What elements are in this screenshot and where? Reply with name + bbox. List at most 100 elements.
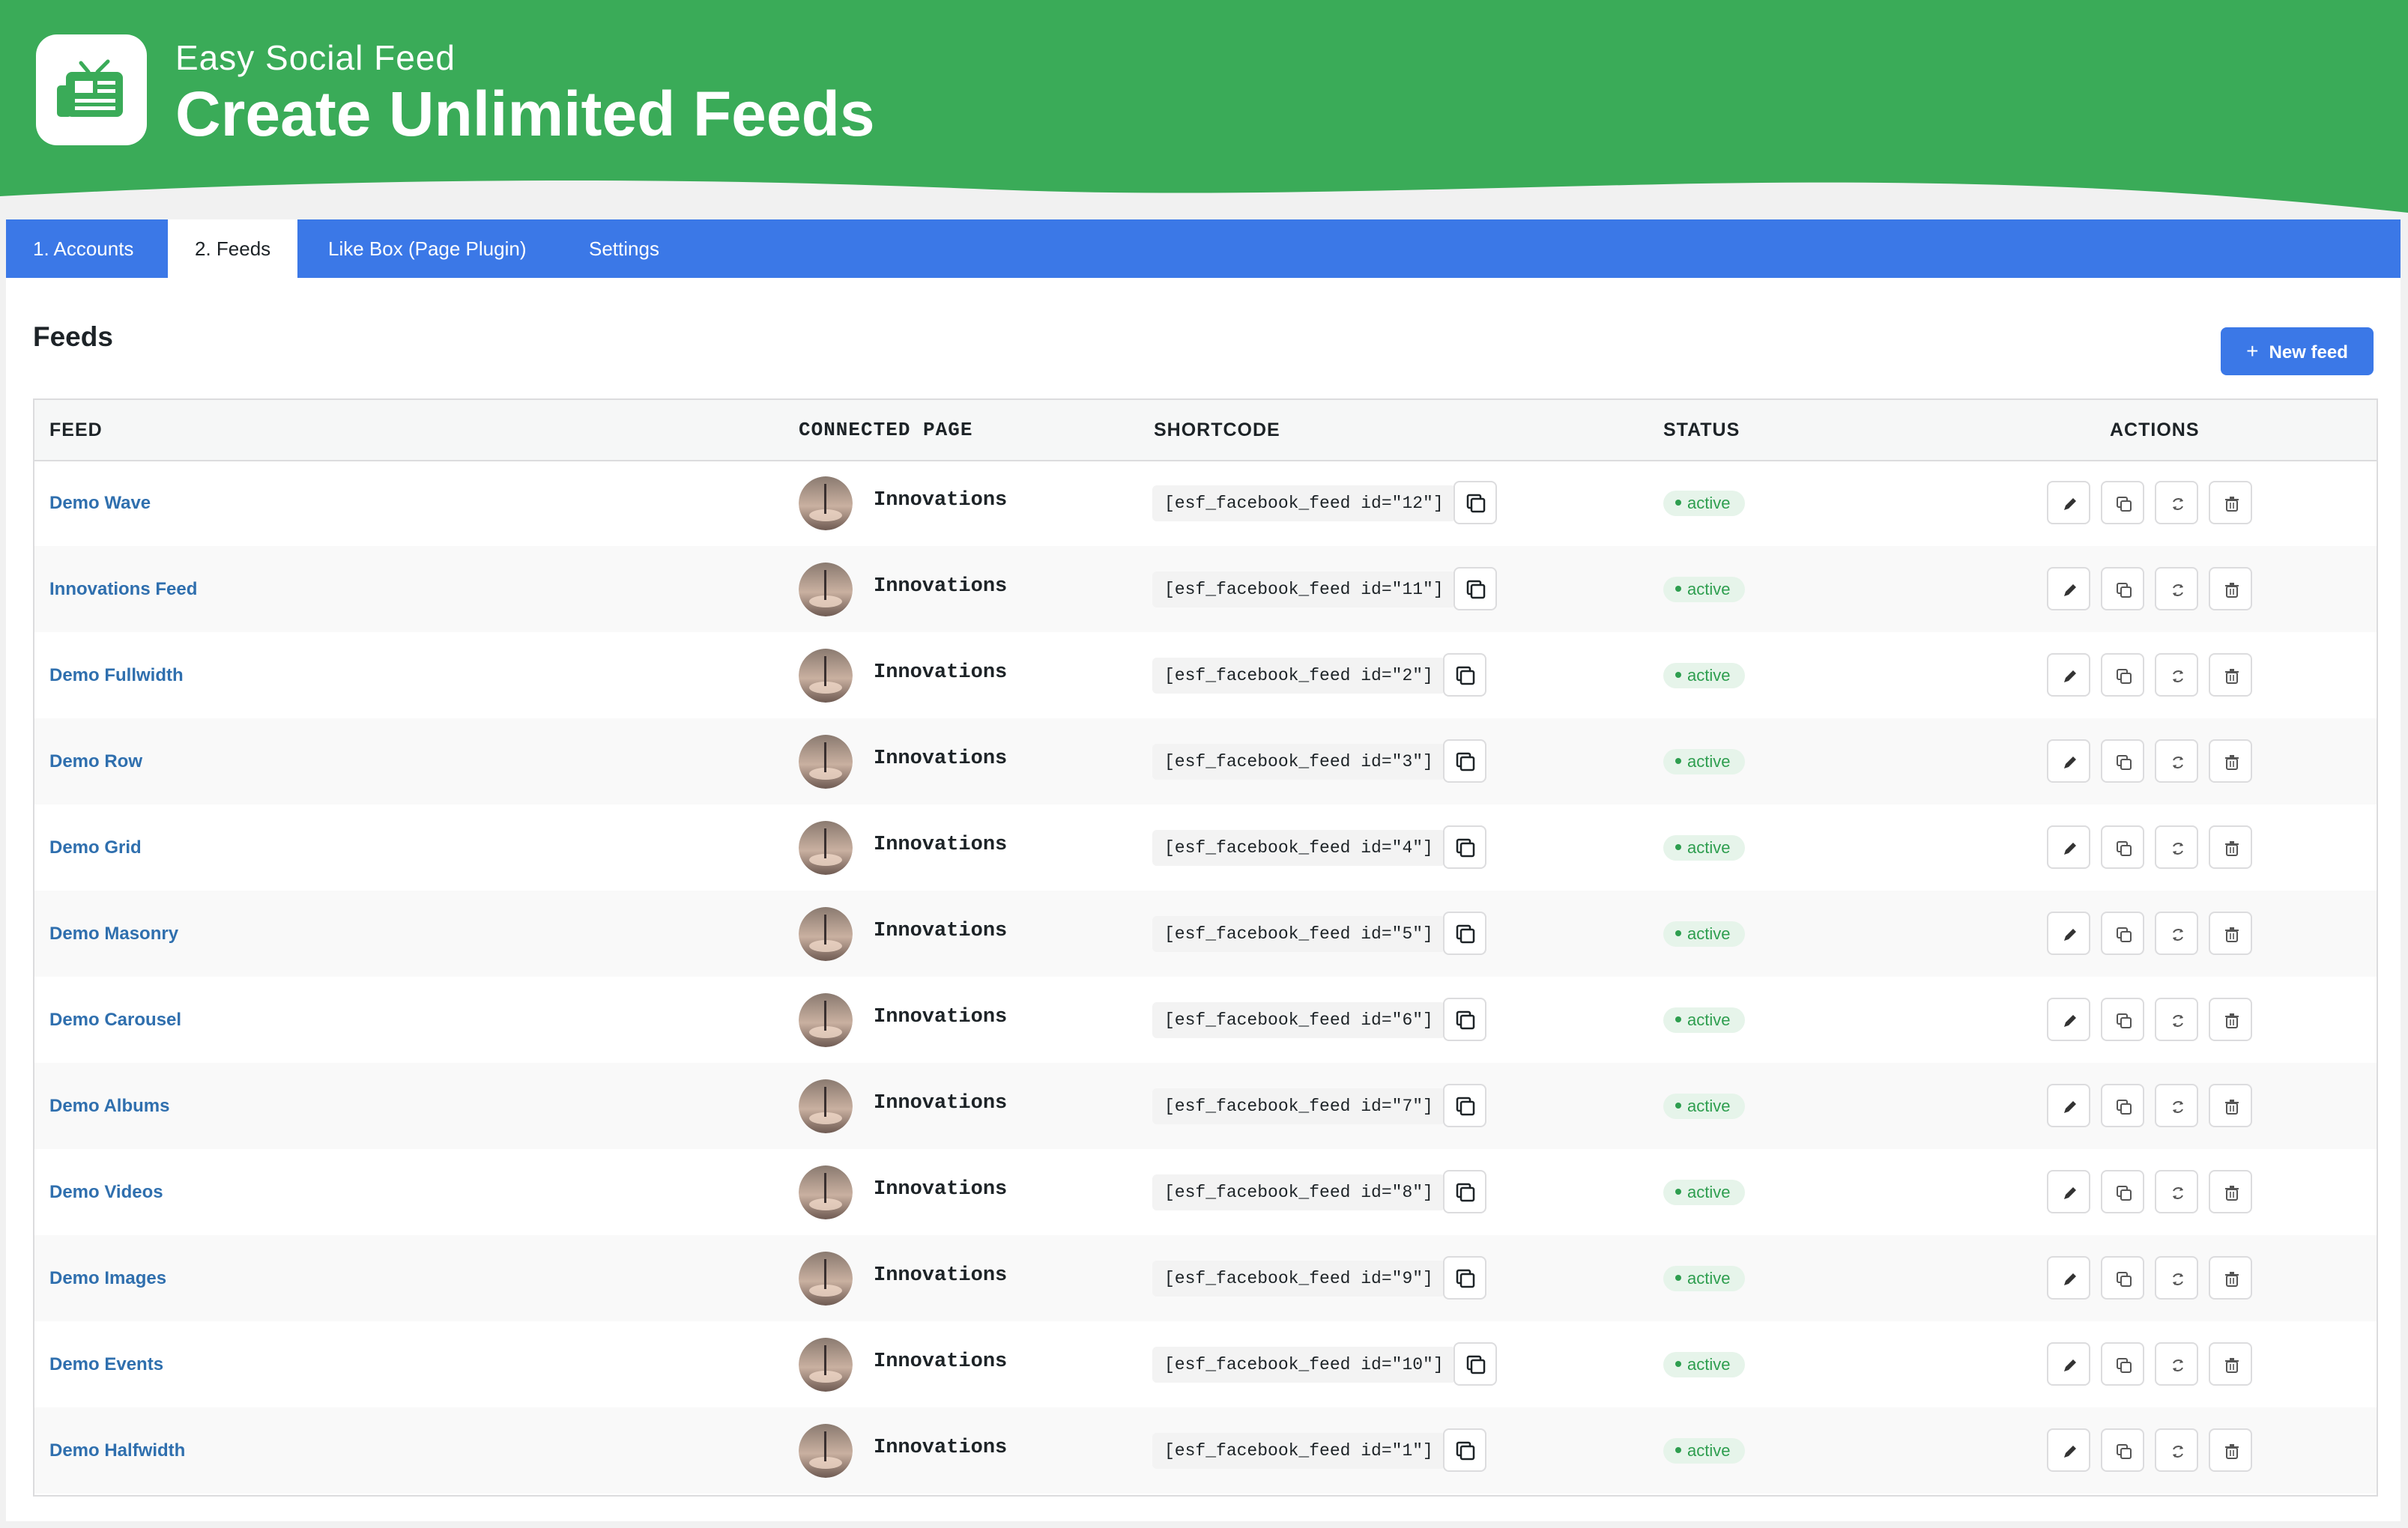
copy-shortcode-button[interactable] <box>1443 1170 1486 1213</box>
tab-settings[interactable]: Settings <box>562 219 686 278</box>
delete-button[interactable] <box>2209 912 2252 955</box>
copy-shortcode-button[interactable] <box>1443 912 1486 955</box>
duplicate-button[interactable] <box>2101 1170 2144 1213</box>
delete-button[interactable] <box>2209 1342 2252 1386</box>
edit-button[interactable] <box>2047 567 2090 610</box>
duplicate-button[interactable] <box>2101 1256 2144 1300</box>
refresh-button[interactable] <box>2155 912 2198 955</box>
header-banner: Easy Social Feed Create Unlimited Feeds <box>0 0 2408 217</box>
table-row: Demo Carousel Innovations [esf_facebook_fe… <box>34 977 2377 1063</box>
feed-name-link[interactable]: Demo Images <box>49 1235 166 1321</box>
refresh-button[interactable] <box>2155 567 2198 610</box>
copy-shortcode-button[interactable] <box>1453 481 1497 524</box>
feed-name-link[interactable]: Demo Grid <box>49 804 142 891</box>
duplicate-button[interactable] <box>2101 1428 2144 1472</box>
feed-name-link[interactable]: Demo Videos <box>49 1149 163 1235</box>
delete-button[interactable] <box>2209 481 2252 524</box>
edit-icon <box>2064 498 2076 510</box>
delete-button[interactable] <box>2209 998 2252 1041</box>
copy-icon <box>1466 494 1486 513</box>
refresh-button[interactable] <box>2155 1342 2198 1386</box>
copy-shortcode-button[interactable] <box>1443 1256 1486 1300</box>
duplicate-button[interactable] <box>2101 653 2144 697</box>
refresh-button[interactable] <box>2155 825 2198 869</box>
table-row: Demo Halfwidth Innovations [esf_facebook_f… <box>34 1407 2377 1494</box>
edit-icon <box>2064 1273 2076 1285</box>
shortcode-text: [esf_facebook_feed id="3"] <box>1152 744 1445 780</box>
delete-button[interactable] <box>2209 1084 2252 1127</box>
status-label: active <box>1687 1441 1731 1460</box>
refresh-button[interactable] <box>2155 739 2198 783</box>
edit-button[interactable] <box>2047 998 2090 1041</box>
edit-button[interactable] <box>2047 1084 2090 1127</box>
refresh-icon <box>2173 1446 2183 1458</box>
copy-icon <box>1466 580 1486 599</box>
feed-name-link[interactable]: Demo Events <box>49 1321 163 1407</box>
edit-button[interactable] <box>2047 1256 2090 1300</box>
duplicate-button[interactable] <box>2101 1342 2144 1386</box>
duplicate-button[interactable] <box>2101 998 2144 1041</box>
edit-button[interactable] <box>2047 653 2090 697</box>
edit-button[interactable] <box>2047 739 2090 783</box>
copy-shortcode-button[interactable] <box>1443 1428 1486 1472</box>
delete-button[interactable] <box>2209 653 2252 697</box>
feed-name-link[interactable]: Demo Row <box>49 718 142 804</box>
edit-button[interactable] <box>2047 1342 2090 1386</box>
tab-accounts[interactable]: 1. Accounts <box>6 219 160 278</box>
connected-page-name: Innovations <box>874 575 1008 598</box>
edit-button[interactable] <box>2047 1428 2090 1472</box>
refresh-button[interactable] <box>2155 1256 2198 1300</box>
refresh-button[interactable] <box>2155 998 2198 1041</box>
new-feed-label: New feed <box>2269 342 2348 363</box>
copy-shortcode-button[interactable] <box>1453 567 1497 610</box>
refresh-button[interactable] <box>2155 1084 2198 1127</box>
copy-shortcode-button[interactable] <box>1443 739 1486 783</box>
duplicate-button[interactable] <box>2101 481 2144 524</box>
shortcode-text: [esf_facebook_feed id="1"] <box>1152 1433 1445 1469</box>
edit-icon <box>2064 1101 2076 1113</box>
feed-name-link[interactable]: Demo Halfwidth <box>49 1407 185 1494</box>
feed-name-link[interactable]: Demo Carousel <box>49 977 181 1063</box>
delete-button[interactable] <box>2209 567 2252 610</box>
copy-shortcode-button[interactable] <box>1443 1084 1486 1127</box>
duplicate-button[interactable] <box>2101 739 2144 783</box>
copy-shortcode-button[interactable] <box>1443 998 1486 1041</box>
shortcode-text: [esf_facebook_feed id="6"] <box>1152 1002 1445 1038</box>
feed-name-link[interactable]: Demo Fullwidth <box>49 632 184 718</box>
duplicate-button[interactable] <box>2101 567 2144 610</box>
edit-button[interactable] <box>2047 481 2090 524</box>
page-avatar <box>799 1079 853 1133</box>
delete-button[interactable] <box>2209 739 2252 783</box>
feed-name-link[interactable]: Demo Masonry <box>49 891 178 977</box>
duplicate-button[interactable] <box>2101 1084 2144 1127</box>
delete-button[interactable] <box>2209 825 2252 869</box>
delete-icon <box>2225 1100 2239 1115</box>
new-feed-button[interactable]: + New feed <box>2221 327 2374 375</box>
copy-shortcode-button[interactable] <box>1453 1342 1497 1386</box>
refresh-button[interactable] <box>2155 481 2198 524</box>
refresh-button[interactable] <box>2155 1170 2198 1213</box>
duplicate-icon <box>2117 1186 2132 1201</box>
refresh-button[interactable] <box>2155 1428 2198 1472</box>
column-header-connected-page: CONNECTED PAGE <box>799 419 973 441</box>
tab-feeds[interactable]: 2. Feeds <box>168 219 298 278</box>
copy-shortcode-button[interactable] <box>1443 653 1486 697</box>
delete-button[interactable] <box>2209 1428 2252 1472</box>
feed-name-link[interactable]: Demo Wave <box>49 460 151 546</box>
delete-button[interactable] <box>2209 1256 2252 1300</box>
refresh-icon <box>2173 1359 2183 1371</box>
edit-button[interactable] <box>2047 1170 2090 1213</box>
tab-like-box[interactable]: Like Box (Page Plugin) <box>301 219 553 278</box>
refresh-button[interactable] <box>2155 653 2198 697</box>
edit-button[interactable] <box>2047 912 2090 955</box>
edit-button[interactable] <box>2047 825 2090 869</box>
copy-shortcode-button[interactable] <box>1443 825 1486 869</box>
duplicate-button[interactable] <box>2101 912 2144 955</box>
feed-name-link[interactable]: Demo Albums <box>49 1063 169 1149</box>
delete-button[interactable] <box>2209 1170 2252 1213</box>
duplicate-button[interactable] <box>2101 825 2144 869</box>
feed-name-link[interactable]: Innovations Feed <box>49 546 197 632</box>
status-dot-icon <box>1675 1275 1681 1282</box>
status-badge: active <box>1663 1352 1746 1377</box>
delete-icon <box>2225 841 2239 856</box>
